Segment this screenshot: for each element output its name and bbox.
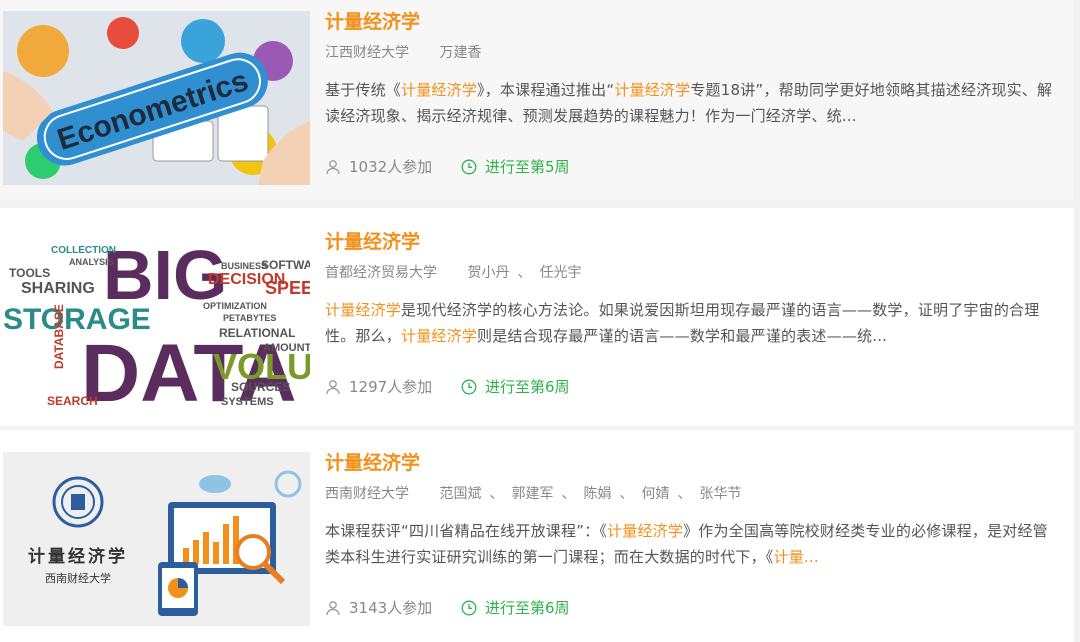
course-title[interactable]: 计量经济学 xyxy=(325,10,1060,34)
course-thumbnail[interactable]: Econometrics xyxy=(3,11,310,185)
word-amount: AMOUNT xyxy=(263,342,310,354)
clock-icon xyxy=(461,600,477,616)
teacher-name[interactable]: 贺小丹 xyxy=(467,265,509,281)
course-progress: 进行至第6周 xyxy=(461,598,570,618)
teacher-name[interactable]: 范国斌 xyxy=(439,486,481,502)
teacher-name[interactable]: 张华节 xyxy=(699,486,741,502)
course-description: 本课程获评“四川省精品在线开放课程”：《计量经济学》作为全国高等院校财经类专业的… xyxy=(325,518,1060,570)
participants-count: 1297人参加 xyxy=(349,378,433,396)
description-highlight: 计量经济学 xyxy=(614,81,691,99)
teacher-name[interactable]: 何婧 xyxy=(641,486,669,502)
course-footer: 1297人参加 进行至第6周 xyxy=(325,377,1060,400)
word-storage: STORAGE xyxy=(3,303,151,336)
clock-icon xyxy=(461,159,477,175)
course-meta: 江西财经大学 万建香 xyxy=(325,43,1060,63)
clock-icon xyxy=(461,379,477,395)
progress-text: 进行至第5周 xyxy=(484,158,570,176)
participants-count: 1032人参加 xyxy=(349,158,433,176)
description-highlight: 计量经济学 xyxy=(401,81,478,99)
big-data-thumbnail-image: BIG DATA STORAGE VOLUME DECISION SPEED S… xyxy=(3,229,310,405)
description-highlight: 计量经济学 xyxy=(607,522,684,540)
person-icon xyxy=(326,160,340,175)
thumbnail-title: 计量经济学 xyxy=(28,546,128,566)
description-highlight: 计量... xyxy=(773,548,819,566)
school-name[interactable]: 首都经济贸易大学 xyxy=(325,265,437,281)
course-footer: 1032人参加 进行至第5周 xyxy=(325,157,1060,180)
word-relational: RELATIONAL xyxy=(219,326,295,340)
course-card[interactable]: BIG DATA STORAGE VOLUME DECISION SPEED S… xyxy=(0,208,1074,426)
course-progress: 进行至第5周 xyxy=(461,157,570,177)
school-name[interactable]: 江西财经大学 xyxy=(325,45,409,61)
word-systems: SYSTEMS xyxy=(221,396,274,405)
course-footer: 3143人参加 进行至第6周 xyxy=(325,598,1060,621)
course-thumbnail[interactable]: BIG DATA STORAGE VOLUME DECISION SPEED S… xyxy=(3,229,310,405)
description-highlight: 计量经济学 xyxy=(325,301,402,319)
progress-text: 进行至第6周 xyxy=(484,378,570,396)
participants: 1032人参加 xyxy=(325,157,432,177)
teacher-name[interactable]: 任光宇 xyxy=(539,265,581,281)
word-analysis: ANALYSIS xyxy=(69,257,114,267)
person-icon xyxy=(326,380,340,395)
course-progress: 进行至第6周 xyxy=(461,377,570,397)
school-name[interactable]: 西南财经大学 xyxy=(325,486,409,502)
word-database: DATABASE xyxy=(52,304,66,369)
course-description: 基于传统《计量经济学》，本课程通过推出“计量经济学专题18讲”，帮助同学更好地领… xyxy=(325,77,1060,129)
word-software: SOFTWARE xyxy=(261,258,310,272)
participants-count: 3143人参加 xyxy=(349,599,433,617)
course-meta: 西南财经大学 范国斌、郭建军、陈娟、何婧、张华节 xyxy=(325,484,1060,504)
course-thumbnail[interactable]: 计量经济学 西南财经大学 xyxy=(3,452,310,626)
description-highlight: 计量经济学 xyxy=(401,327,478,345)
participants: 1297人参加 xyxy=(325,377,432,397)
person-icon xyxy=(326,601,340,616)
course-title[interactable]: 计量经济学 xyxy=(325,230,1060,254)
separator: 、 xyxy=(677,486,692,502)
description-text: 》，本课程通过推出“ xyxy=(477,81,615,99)
course-meta: 首都经济贸易大学 贺小丹、任光宇 xyxy=(325,263,1060,283)
teacher-name[interactable]: 陈娟 xyxy=(583,486,611,502)
word-business: BUSINESS xyxy=(221,261,267,271)
word-collection: COLLECTION xyxy=(51,245,116,256)
thumbnail-subtitle: 西南财经大学 xyxy=(45,571,111,585)
swufe-thumbnail-image: 计量经济学 西南财经大学 xyxy=(3,452,310,626)
separator: 、 xyxy=(619,486,634,502)
word-petabytes: PETABYTES xyxy=(223,313,276,323)
teacher-name[interactable]: 郭建军 xyxy=(511,486,553,502)
separator: 、 xyxy=(517,265,532,281)
description-text: 基于传统《 xyxy=(325,81,402,99)
separator: 、 xyxy=(489,486,504,502)
word-optimization: OPTIMIZATION xyxy=(203,301,267,311)
course-list: Econometrics 计量经济学 江西财经大学 万建香 基于传统《计量经济学… xyxy=(0,0,1080,642)
description-text: 则是结合现存最严谨的语言——数学和最严谨的表述——统... xyxy=(477,327,888,345)
econometrics-thumbnail-image: Econometrics xyxy=(3,11,310,185)
separator: 、 xyxy=(561,486,576,502)
course-card[interactable]: 计量经济学 西南财经大学 计量经济学 西南财经大学 范国斌 、 郭建军 、 陈娟… xyxy=(0,430,1074,642)
description-text: 本课程获评“四川省精品在线开放课程”：《 xyxy=(325,522,608,540)
word-sharing: SHARING xyxy=(21,280,95,297)
word-search: SEARCH xyxy=(47,394,98,405)
word-sources: SOURCES xyxy=(231,380,290,394)
progress-text: 进行至第6周 xyxy=(484,599,570,617)
word-tools: TOOLS xyxy=(9,266,50,280)
course-card[interactable]: Econometrics 计量经济学 江西财经大学 万建香 基于传统《计量经济学… xyxy=(0,0,1074,200)
word-speed: SPEED xyxy=(265,278,310,298)
teacher-name[interactable]: 万建香 xyxy=(439,45,481,61)
participants: 3143人参加 xyxy=(325,598,432,618)
course-title[interactable]: 计量经济学 xyxy=(325,451,1060,475)
course-description: 计量经济学是现代经济学的核心方法论。如果说爱因斯坦用现存最严谨的语言——数学，证… xyxy=(325,297,1060,349)
